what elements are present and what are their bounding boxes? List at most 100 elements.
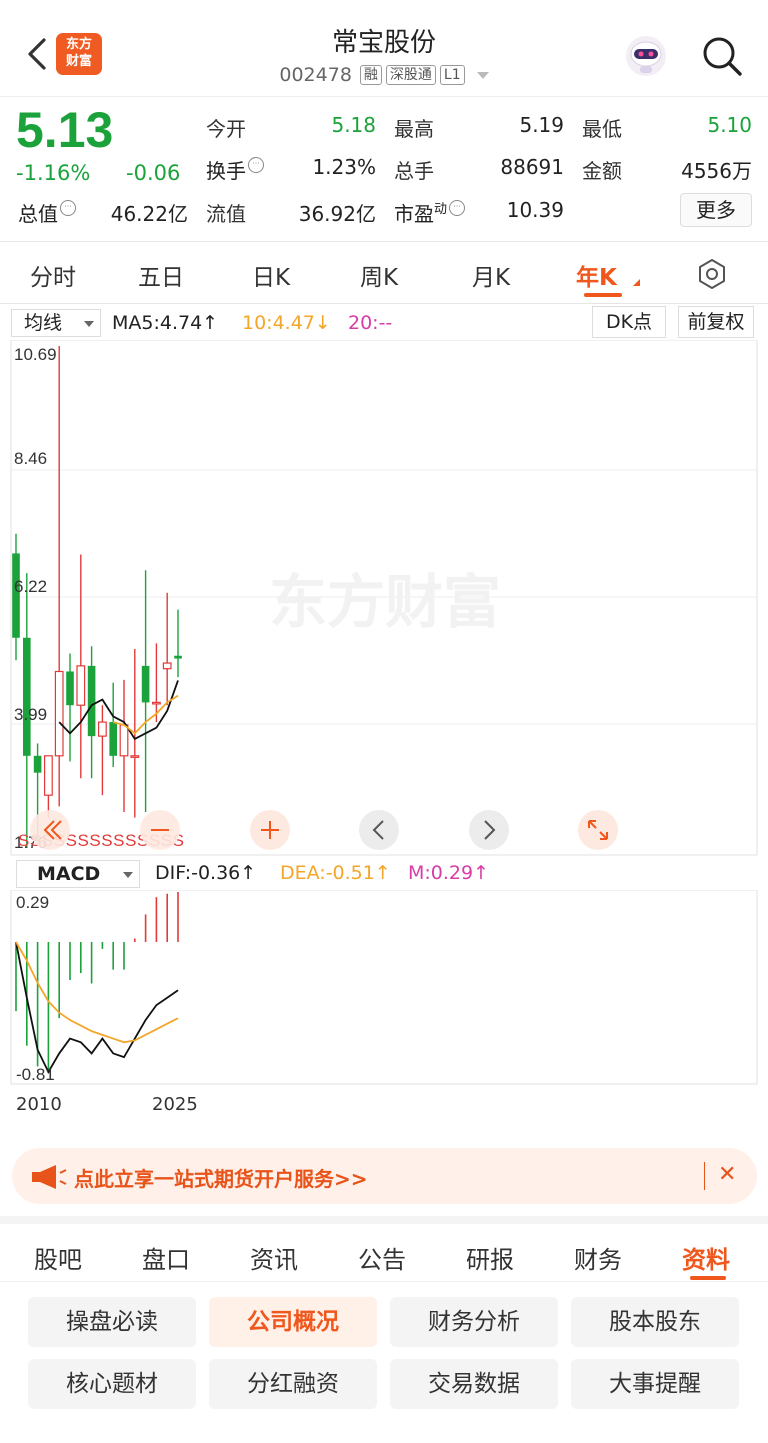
y-tick-top: 10.69 — [14, 345, 57, 364]
label-low: 最低 — [582, 117, 622, 141]
dk-point-label: DK点 — [605, 311, 653, 333]
adjust-button[interactable]: 前复权 — [678, 306, 754, 338]
x-tick-start: 2010 — [16, 1094, 62, 1115]
value-high: 5.19 — [519, 113, 564, 137]
y-tick-2: 8.46 — [14, 449, 47, 468]
expand-caret-icon[interactable] — [476, 71, 489, 79]
grid-btn-core-themes[interactable]: 核心题材 — [28, 1359, 196, 1409]
macd-dif-line — [15, 941, 179, 1074]
fullscreen-icon[interactable] — [578, 810, 618, 850]
grid-btn-shareholders[interactable]: 股本股东 — [571, 1297, 739, 1347]
close-icon[interactable]: ✕ — [718, 1162, 736, 1187]
candle-body — [33, 755, 42, 773]
ma5-value: MA5:4.74↑ — [112, 312, 219, 334]
tab-intraday[interactable]: 分时 — [30, 258, 76, 292]
candle-2019 — [109, 682, 117, 768]
ma-legend-row: 均线 MA5:4.74↑ 10:4.47↓ 20:-- DK点 前复权 — [0, 306, 768, 340]
tab-finance[interactable]: 财务 — [574, 1240, 622, 1275]
tag-margin: 融 — [359, 65, 382, 85]
grid-btn-trading-data[interactable]: 交易数据 — [390, 1359, 558, 1409]
tab-guba[interactable]: 股吧 — [34, 1240, 82, 1275]
y-tick-3: 6.22 — [14, 577, 47, 596]
value-turnover: 1.23% — [312, 155, 376, 179]
info-icon[interactable]: ··· — [60, 200, 76, 216]
x-axis: 2010 2025 — [0, 1092, 768, 1120]
tab-yearly-k[interactable]: 年K — [576, 258, 617, 292]
value-amount: 4556万 — [681, 159, 752, 183]
tab-research[interactable]: 研报 — [466, 1240, 514, 1275]
promo-divider — [704, 1162, 705, 1190]
active-tab-underline — [584, 293, 622, 297]
kline-chart[interactable]: 东方财富 10.69 8.46 6.22 3.99 1.76 S SSSSSSS S… — [0, 340, 768, 856]
tab-pankou[interactable]: 盘口 — [142, 1240, 190, 1275]
grid-btn-dividend-financing[interactable]: 分红融资 — [209, 1359, 377, 1409]
tab-five-day[interactable]: 五日 — [138, 258, 184, 292]
search-icon[interactable] — [700, 34, 744, 78]
grid-btn-company-overview[interactable]: 公司概况 — [209, 1297, 377, 1347]
candle-2013 — [43, 755, 53, 818]
chevron-right-icon[interactable] — [469, 810, 509, 850]
ma10-value: 10:4.47↓ — [242, 312, 331, 334]
zoom-in-button[interactable] — [250, 810, 290, 850]
quote-panel: 5.13 -1.16% -0.06 今开 5.18 最高 5.19 最低 5.1… — [0, 96, 768, 242]
label-market-cap: 总值 — [18, 202, 58, 226]
promo-text[interactable]: 点此立享一站式期货开户服务>> — [74, 1163, 368, 1192]
tab-daily-k[interactable]: 日K — [252, 258, 290, 292]
chevron-left-icon[interactable] — [359, 810, 399, 850]
tab-profile[interactable]: 资料 — [682, 1240, 730, 1275]
info-icon[interactable]: ··· — [248, 157, 264, 173]
candle-body — [174, 655, 182, 659]
more-button[interactable]: 更多 — [680, 193, 752, 227]
robot-assistant-icon[interactable] — [624, 34, 668, 78]
tab-monthly-k[interactable]: 月K — [472, 258, 510, 292]
value-volume: 88691 — [500, 155, 564, 179]
label-pe-wrap[interactable]: 市盈动 ··· — [394, 198, 466, 227]
candle-body — [43, 755, 53, 796]
macd-dea-line — [15, 941, 179, 1044]
value-market-cap: 46.22亿 — [110, 202, 188, 226]
candle-2017 — [87, 646, 96, 779]
macd-dea-value: DEA:-0.51↑ — [280, 862, 391, 884]
tag-level: L1 — [439, 65, 465, 85]
change-percent: -1.16% — [16, 161, 91, 185]
candle-body — [162, 662, 172, 670]
candle-body — [152, 701, 161, 705]
active-tab-underline — [690, 1276, 726, 1280]
value-open: 5.18 — [331, 113, 376, 137]
macd-y-top: 0.29 — [16, 893, 49, 912]
candle-body — [76, 665, 86, 706]
grid-btn-financial-analysis[interactable]: 财务分析 — [390, 1297, 558, 1347]
macd-lines-group — [15, 941, 179, 1074]
label-mktcap-wrap[interactable]: 总值 ··· — [18, 198, 76, 227]
label-volume: 总手 — [394, 159, 434, 183]
candle-body — [54, 670, 64, 757]
stock-code: 002478 — [279, 64, 352, 86]
zoom-out-button[interactable] — [140, 810, 180, 850]
tab-news[interactable]: 资讯 — [250, 1240, 298, 1275]
tab-announcements[interactable]: 公告 — [358, 1240, 406, 1275]
gear-icon[interactable] — [696, 258, 728, 290]
tab-weekly-k[interactable]: 周K — [360, 258, 398, 292]
macd-chart[interactable]: 0.29 -0.81 — [0, 890, 768, 1086]
info-icon[interactable]: ··· — [449, 200, 466, 216]
info-tabs: 股吧 盘口 资讯 公告 研报 财务 资料 — [0, 1216, 768, 1282]
candle-2010 — [12, 533, 20, 661]
dk-point-button[interactable]: DK点 — [592, 306, 666, 338]
label-turnover-wrap[interactable]: 换手 ··· — [206, 155, 264, 184]
macd-selector[interactable]: MACD — [16, 860, 140, 888]
candle-2022 — [141, 570, 150, 813]
grid-btn-events[interactable]: 大事提醒 — [571, 1359, 739, 1409]
pan-left-fast-button[interactable] — [30, 810, 70, 850]
promo-banner[interactable]: 点此立享一站式期货开户服务>> ✕ — [12, 1148, 757, 1204]
value-low: 5.10 — [707, 113, 752, 137]
grid-btn-must-read[interactable]: 操盘必读 — [28, 1297, 196, 1347]
value-pe: 10.39 — [506, 198, 564, 222]
indicator-selector[interactable]: 均线 — [11, 309, 101, 337]
candle-2015 — [66, 653, 74, 762]
candle-body — [97, 721, 107, 737]
candle-2018 — [97, 705, 107, 796]
value-float-cap: 36.92亿 — [298, 202, 376, 226]
candle-2025 — [174, 609, 182, 678]
ma20-value: 20:-- — [348, 312, 393, 334]
label-turnover: 换手 — [206, 159, 246, 183]
